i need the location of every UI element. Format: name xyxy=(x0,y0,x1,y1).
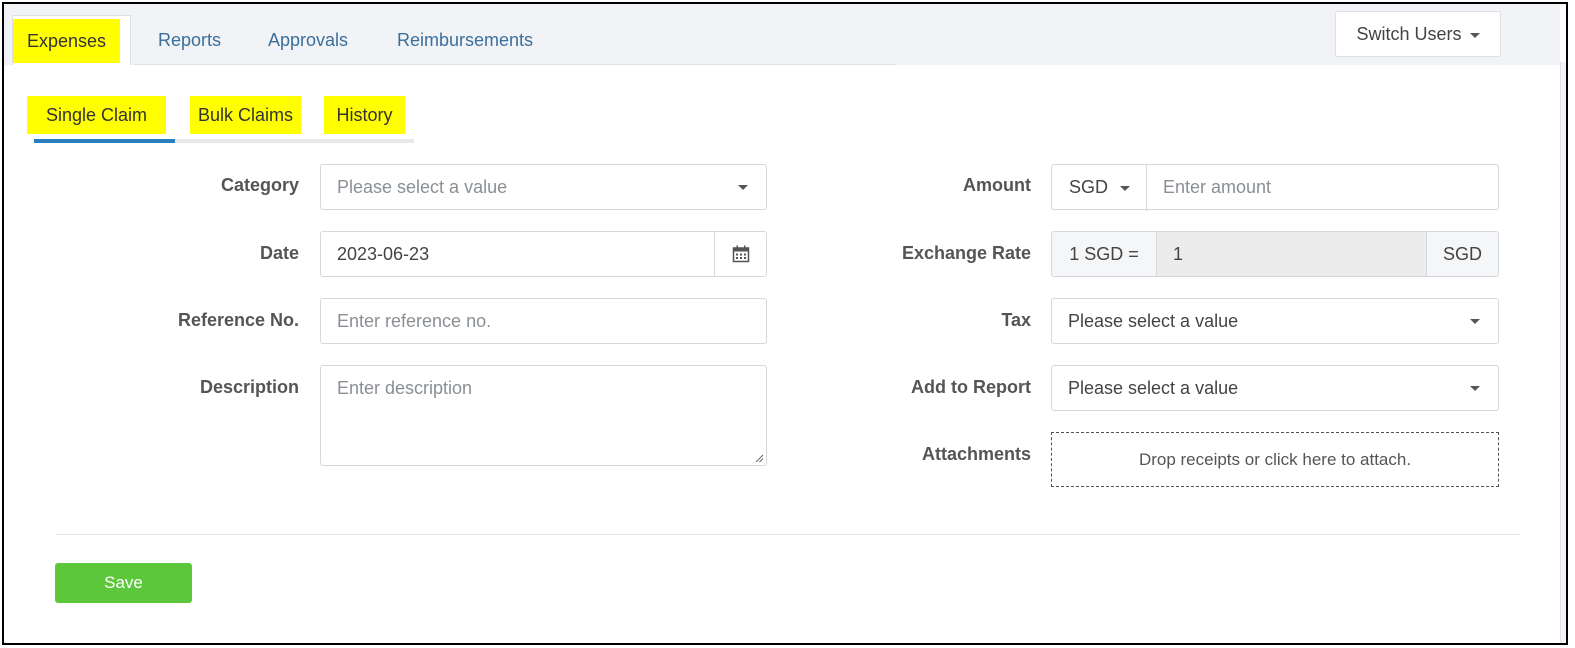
subtab-active-indicator xyxy=(34,139,175,143)
chevron-down-icon xyxy=(1469,32,1480,38)
category-label: Category xyxy=(220,175,299,195)
date-field[interactable]: 2023-06-23 xyxy=(320,231,767,277)
exchange-rate-group: 1 SGD = 1 SGD xyxy=(1051,231,1499,277)
tab-reports[interactable]: Reports xyxy=(148,15,231,65)
description-placeholder: Enter description xyxy=(337,378,473,398)
chevron-down-icon xyxy=(1470,319,1480,324)
tax-label: Tax xyxy=(1001,310,1031,330)
add-to-report-placeholder: Please select a value xyxy=(1068,378,1239,398)
exchange-rate-prefix: 1 SGD = xyxy=(1052,232,1157,276)
top-nav-bar: Expenses Reports Approvals Reimbursement… xyxy=(4,4,1560,65)
add-to-report-label: Add to Report xyxy=(911,377,1031,397)
tab-approvals[interactable]: Approvals xyxy=(258,15,358,65)
exchange-rate-suffix: SGD xyxy=(1426,232,1498,276)
description-textarea[interactable]: Enter description xyxy=(320,365,767,466)
attachments-label: Attachments xyxy=(921,444,1031,464)
attachments-dropzone[interactable]: Drop receipts or click here to attach. xyxy=(1051,432,1499,487)
resize-handle-icon[interactable] xyxy=(754,453,764,463)
add-to-report-select[interactable]: Please select a value xyxy=(1051,365,1499,411)
date-value: 2023-06-23 xyxy=(337,244,430,264)
currency-select[interactable]: SGD xyxy=(1052,165,1147,211)
exchange-rate-input[interactable]: 1 xyxy=(1157,232,1426,276)
chevron-down-icon xyxy=(1470,386,1480,391)
amount-placeholder: Enter amount xyxy=(1163,177,1272,197)
amount-group: SGD Enter amount xyxy=(1051,164,1499,211)
tab-expenses-label: Expenses xyxy=(13,19,121,63)
tab-expenses[interactable]: Expenses xyxy=(12,15,132,65)
description-label: Description xyxy=(199,377,299,397)
form-divider xyxy=(55,534,1520,535)
currency-value: SGD xyxy=(1069,177,1109,197)
save-button[interactable]: Save xyxy=(55,563,192,603)
tab-reimbursements[interactable]: Reimbursements xyxy=(387,15,543,65)
reference-label: Reference No. xyxy=(177,310,299,330)
tax-placeholder: Please select a value xyxy=(1068,311,1239,331)
category-select[interactable]: Please select a value xyxy=(320,164,767,210)
reference-input[interactable]: Enter reference no. xyxy=(320,298,767,344)
subtab-bulk-claims[interactable]: Bulk Claims xyxy=(190,96,301,134)
date-label: Date xyxy=(259,243,299,263)
switch-users-label: Switch Users xyxy=(1356,24,1462,44)
calendar-icon xyxy=(732,245,749,263)
tab-divider xyxy=(134,64,896,65)
tax-select[interactable]: Please select a value xyxy=(1051,298,1499,344)
subtab-history[interactable]: History xyxy=(324,96,405,134)
calendar-button[interactable] xyxy=(714,232,766,276)
chevron-down-icon xyxy=(738,185,748,190)
switch-users-button[interactable]: Switch Users xyxy=(1335,11,1501,57)
chevron-down-icon xyxy=(1120,185,1131,191)
reference-placeholder: Enter reference no. xyxy=(337,311,492,331)
amount-label: Amount xyxy=(963,175,1031,195)
app-frame: Expenses Reports Approvals Reimbursement… xyxy=(2,2,1568,645)
amount-input[interactable]: Enter amount xyxy=(1147,165,1497,211)
subtab-single-claim[interactable]: Single Claim xyxy=(27,96,166,134)
category-placeholder: Please select a value xyxy=(337,177,508,197)
page-edge xyxy=(1560,62,1566,643)
exchange-rate-label: Exchange Rate xyxy=(901,243,1031,263)
